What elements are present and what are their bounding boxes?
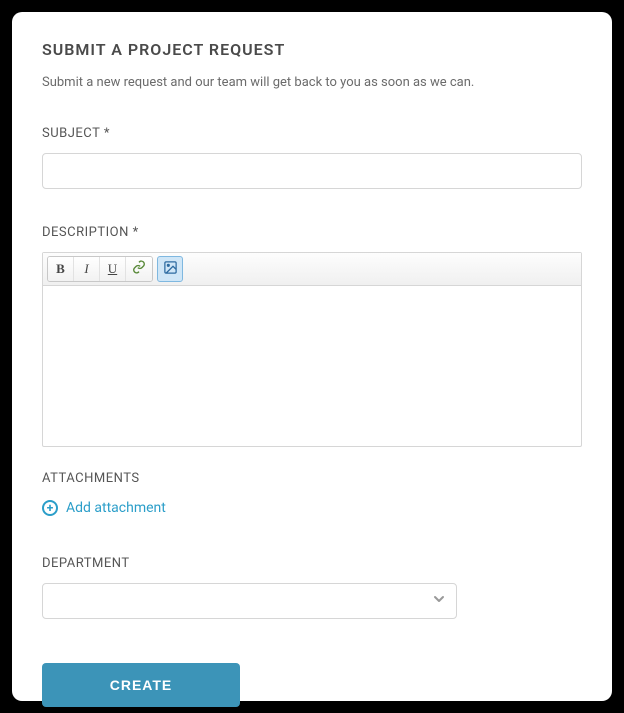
subject-input[interactable]	[42, 153, 582, 189]
create-button[interactable]: CREATE	[42, 663, 240, 707]
image-button[interactable]	[157, 256, 183, 282]
link-icon	[132, 260, 146, 278]
link-button[interactable]	[126, 257, 152, 281]
italic-button[interactable]: I	[74, 257, 100, 281]
underline-button[interactable]: U	[100, 257, 126, 281]
form-card: SUBMIT A PROJECT REQUEST Submit a new re…	[12, 12, 612, 701]
image-icon	[163, 260, 178, 279]
department-label: DEPARTMENT	[42, 556, 582, 571]
page-title: SUBMIT A PROJECT REQUEST	[42, 40, 582, 59]
add-attachment-button[interactable]: + Add attachment	[42, 500, 166, 516]
rte-toolbar: B I U	[43, 253, 581, 286]
description-input[interactable]	[43, 286, 581, 446]
subject-label: SUBJECT *	[42, 126, 582, 141]
department-select-wrap	[42, 583, 457, 619]
add-attachment-label: Add attachment	[66, 500, 166, 516]
rich-text-editor: B I U	[42, 252, 582, 447]
page-subtitle: Submit a new request and our team will g…	[42, 75, 582, 90]
description-label: DESCRIPTION *	[42, 225, 582, 240]
rte-format-group: B I U	[47, 256, 153, 282]
attachments-label: ATTACHMENTS	[42, 471, 582, 486]
bold-button[interactable]: B	[48, 257, 74, 281]
department-select[interactable]	[42, 583, 457, 619]
plus-circle-icon: +	[42, 500, 58, 516]
